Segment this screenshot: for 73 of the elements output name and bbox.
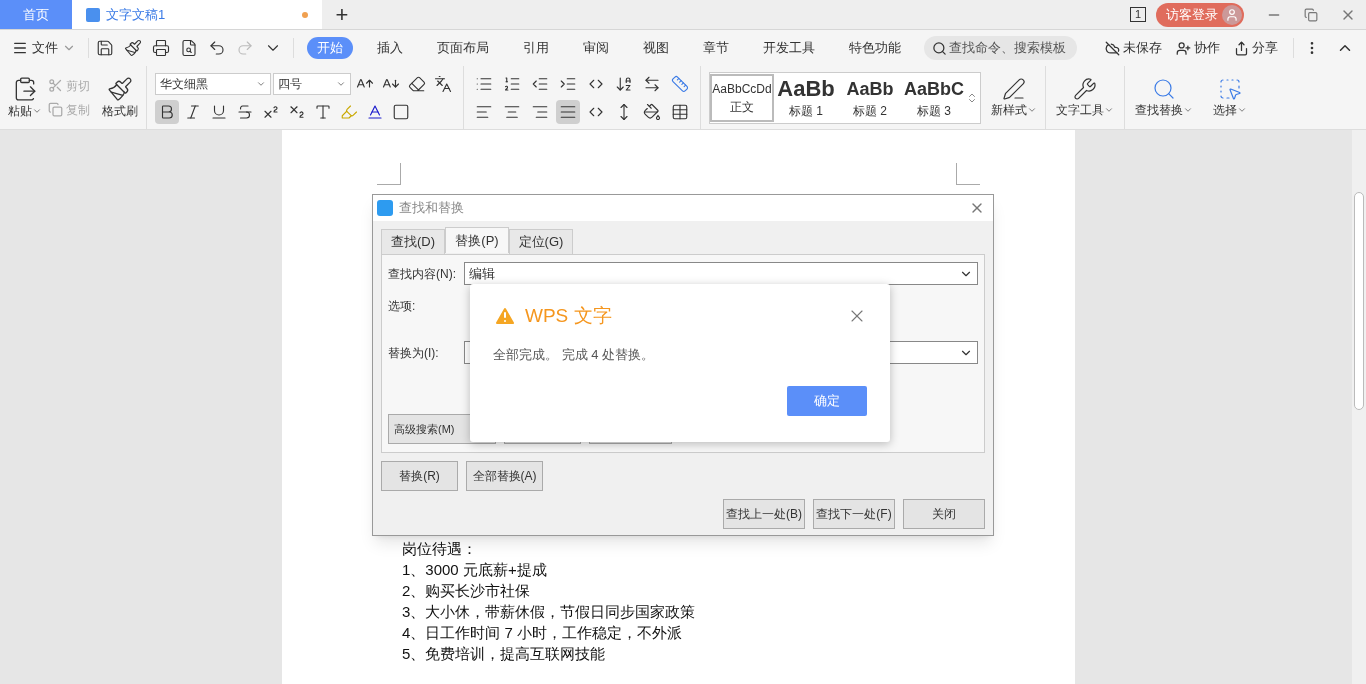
- avatar-icon: [1222, 4, 1242, 25]
- ribbon-tab[interactable]: 视图: [633, 37, 679, 59]
- alert-title: WPS 文字: [525, 304, 612, 328]
- font-size-field[interactable]: 四号: [273, 72, 351, 95]
- style-option[interactable]: AaBbCcDd 正文: [710, 73, 774, 122]
- ribbon-tab[interactable]: 审阅: [573, 37, 619, 59]
- ribbon-tab[interactable]: 插入: [367, 37, 413, 59]
- wrench-icon: [1073, 76, 1097, 101]
- file-menu[interactable]: 文件: [12, 38, 84, 58]
- scissors-icon: [48, 78, 63, 93]
- menu-icon: [12, 40, 28, 56]
- dialog-action-button[interactable]: 查找下一处(F): [813, 499, 895, 529]
- document-line: 3、大小休，带薪休假，节假日同步国家政策: [402, 602, 697, 622]
- share-icon: [1234, 40, 1249, 56]
- new-tab-button[interactable]: +: [322, 0, 362, 29]
- ribbon-tab[interactable]: 章节: [693, 37, 739, 59]
- find-field[interactable]: 编辑: [464, 262, 978, 285]
- dialog-title: 查找和替换: [399, 199, 464, 218]
- ribbon-tab[interactable]: 开发工具: [753, 37, 825, 59]
- dialog-tab[interactable]: 查找(D): [381, 229, 445, 254]
- command-search-field[interactable]: 查找命令、搜索模板: [924, 36, 1077, 60]
- replace-label: 替换为(I):: [388, 344, 440, 362]
- format-painter-button[interactable]: 格式刷: [102, 75, 138, 120]
- ribbon-tab[interactable]: 页面布局: [427, 37, 499, 59]
- style-option[interactable]: AaBbC 标题 3: [902, 73, 966, 122]
- corner-mark: [377, 163, 401, 185]
- document-line: 2、购买长沙市社保: [402, 581, 532, 601]
- style-option[interactable]: AaBb 标题 1: [774, 73, 838, 122]
- paste-button[interactable]: 粘贴: [8, 75, 42, 120]
- document-tab-title: 文字文稿1: [106, 5, 166, 24]
- ribbon-tool-button[interactable]: 查找替换: [1135, 76, 1193, 119]
- scrollbar[interactable]: [1352, 130, 1366, 684]
- ribbon-tool-button[interactable]: 文字工具: [1056, 76, 1114, 119]
- document-line: 岗位待遇：: [402, 539, 478, 559]
- search-icon: [932, 40, 947, 56]
- document-line: 1、3000 元底薪+提成: [402, 560, 548, 580]
- gallery-scroll-icon[interactable]: [966, 91, 978, 104]
- font-family-field[interactable]: 华文细黑: [155, 72, 271, 95]
- toolbar-action[interactable]: 分享: [1234, 38, 1278, 58]
- cloud-icon: [1105, 40, 1120, 56]
- document-line: 5、免费培训，提高互联网技能: [402, 644, 607, 664]
- new-style-button[interactable]: 新样式: [991, 76, 1037, 119]
- document-tab[interactable]: 文字文稿1: [72, 0, 322, 29]
- ribbon-tab[interactable]: 引用: [513, 37, 559, 59]
- person-plus-icon: [1176, 40, 1191, 56]
- page-count[interactable]: 1: [1129, 7, 1146, 22]
- dialog-tab[interactable]: 替换(P): [445, 227, 509, 253]
- corner-mark: [956, 163, 980, 185]
- document-line: 4、日工作时间 7 小时，工作稳定，不外派: [402, 623, 684, 643]
- toolbar-action[interactable]: 未保存: [1105, 38, 1162, 58]
- search-icon: [1152, 76, 1176, 101]
- find-label: 查找内容(N):: [388, 265, 457, 283]
- alert-message: 全部完成。 完成 4 处替换。: [493, 345, 655, 364]
- app-icon: [377, 200, 393, 216]
- restore-icon[interactable]: [1304, 7, 1318, 22]
- document-icon: [86, 7, 100, 22]
- justify-icon[interactable]: [556, 99, 580, 124]
- copy-icon: [48, 102, 63, 117]
- dialog-action-button[interactable]: 关闭: [903, 499, 985, 529]
- options-label: 选项:: [388, 298, 416, 315]
- replace-button[interactable]: 替换(R): [381, 461, 458, 491]
- dialog-action-button[interactable]: 查找上一处(B): [723, 499, 805, 529]
- replace-button[interactable]: 全部替换(A): [466, 461, 543, 491]
- bold-icon[interactable]: [155, 99, 179, 124]
- toolbar-action[interactable]: 协作: [1176, 38, 1220, 58]
- scrollbar-thumb[interactable]: [1354, 192, 1364, 410]
- ribbon-tab[interactable]: 特色功能: [839, 37, 911, 59]
- pen-icon: [1002, 76, 1026, 101]
- brush-icon: [107, 75, 133, 102]
- style-option[interactable]: AaBb 标题 2: [838, 73, 902, 122]
- ribbon-tool-button[interactable]: 选择: [1213, 76, 1247, 119]
- pointer-icon: [1218, 76, 1242, 101]
- dialog-tab[interactable]: 定位(G): [509, 229, 573, 254]
